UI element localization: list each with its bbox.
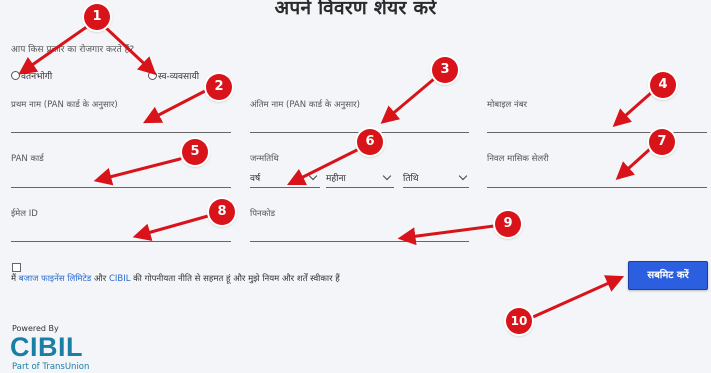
arrow-4 <box>612 91 653 127</box>
annotation-badge: 4 <box>650 72 676 98</box>
arrow-5 <box>93 157 182 186</box>
annotation-badge: 2 <box>206 74 232 100</box>
arrow-1b <box>102 24 157 76</box>
annotation-badge: 3 <box>432 57 458 83</box>
arrow-10 <box>531 275 625 319</box>
annotation-badge: 5 <box>182 139 208 165</box>
arrow-2 <box>143 88 209 124</box>
annotation-badge: 9 <box>495 211 521 237</box>
annotation-arrows <box>18 24 653 319</box>
arrow-7 <box>615 147 652 181</box>
annotation-badge: 1 <box>84 4 110 30</box>
arrow-3 <box>380 77 436 124</box>
arrow-6 <box>286 148 359 186</box>
annotation-badge: 8 <box>209 199 235 225</box>
annotation-badge: 10 <box>506 308 532 334</box>
annotation-badge: 6 <box>357 129 383 155</box>
annotation-badge: 7 <box>649 129 675 155</box>
arrow-8 <box>132 214 210 242</box>
arrow-9 <box>397 224 496 246</box>
arrow-1a <box>18 24 90 75</box>
